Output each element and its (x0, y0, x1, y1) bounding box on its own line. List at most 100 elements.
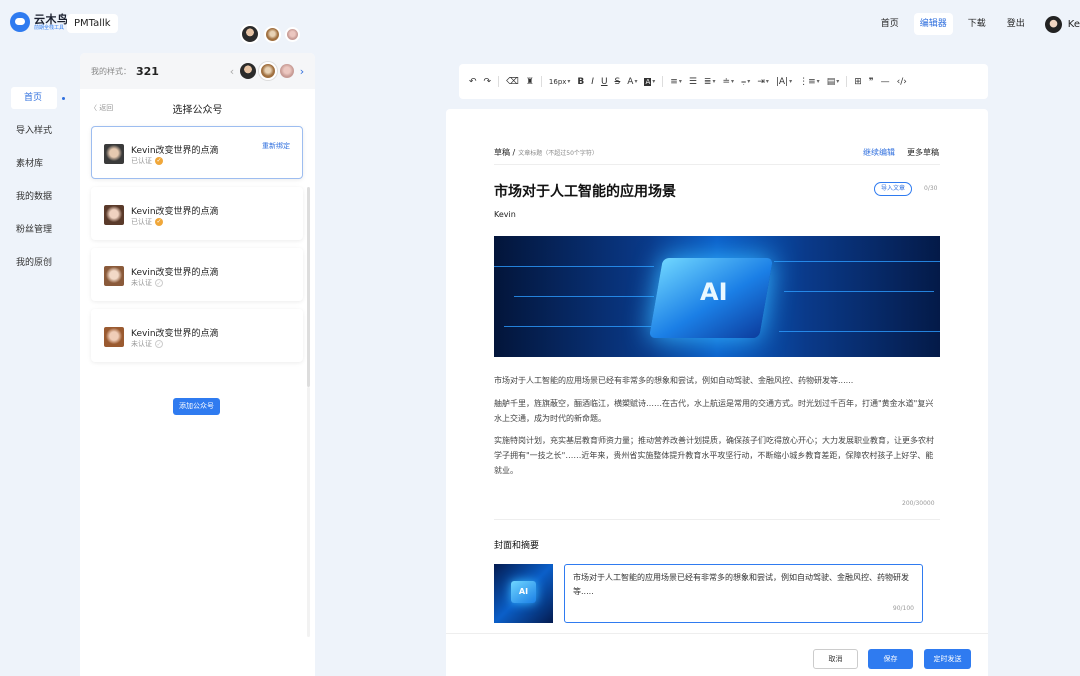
author-input[interactable]: Kevin (494, 210, 516, 219)
account-status: 未认证 ✓ (131, 278, 163, 288)
app-logo[interactable]: 云木鸟 前期全栈工具 (10, 12, 69, 32)
quote-icon[interactable]: ❞ (869, 77, 874, 87)
undo-icon[interactable]: ↶ (469, 77, 477, 87)
body-char-count: 200/30000 (902, 500, 935, 507)
account-avatar (104, 266, 124, 286)
strikethrough-icon[interactable]: S (615, 77, 621, 87)
font-color-glyph: A (627, 76, 634, 87)
status-text: 未认证 (131, 340, 152, 348)
indent-icon[interactable]: ⇥ ▾ (757, 77, 769, 87)
bold-icon[interactable]: B (577, 77, 584, 87)
chevron-right-icon[interactable]: › (297, 65, 307, 78)
collaborator-avatars[interactable] (240, 24, 300, 44)
add-account-button[interactable]: 添加公众号 (173, 398, 220, 415)
sidebar-item-original[interactable]: 我的原创 (0, 252, 75, 274)
cover-section-title: 封面和摘要 (494, 541, 540, 551)
continue-edit-link[interactable]: 继续编辑 (863, 147, 895, 158)
save-button[interactable]: 保存 (868, 649, 913, 669)
nav-download[interactable]: 下载 (962, 13, 992, 35)
sidebar-item-import-style[interactable]: 导入样式 (0, 120, 75, 142)
user-menu[interactable]: Ke (1044, 15, 1080, 33)
chevron-left-icon[interactable]: ‹ (227, 65, 237, 78)
sidebar-item-materials[interactable]: 素材库 (0, 153, 75, 175)
redo-icon[interactable]: ↷ (484, 77, 492, 87)
account-card[interactable]: Kevin改变世界的点滴 未认证 ✓ (91, 248, 303, 301)
account-card[interactable]: Kevin改变世界的点滴 已认证 ✓ (91, 187, 303, 240)
table-icon[interactable]: ⊞ (854, 77, 862, 87)
account-avatar (104, 205, 124, 225)
eraser-icon[interactable]: ⌫ (506, 77, 519, 87)
align-center-icon[interactable]: ☰ (689, 77, 697, 87)
italic-icon[interactable]: I (591, 77, 594, 87)
circuit-trace (784, 291, 934, 292)
divider (494, 164, 940, 165)
rebind-link[interactable]: 重新绑定 (262, 141, 290, 151)
account-card[interactable]: Kevin改变世界的点滴 未认证 ✓ (91, 309, 303, 362)
nav-logout[interactable]: 登出 (1001, 13, 1031, 35)
article-title-input[interactable]: 市场对于人工智能的应用场景 (494, 181, 676, 201)
align-left-icon[interactable]: ≡ ▾ (670, 77, 682, 87)
brand-name[interactable]: PMTallk (67, 14, 118, 33)
hero-image[interactable]: AI (494, 236, 940, 357)
font-size-select[interactable]: 16px ▾ (549, 78, 571, 86)
sidebar-item-fans[interactable]: 粉丝管理 (0, 219, 75, 241)
summary-text: 市场对于人工智能的应用场景已经有非常多的想象和尝试，例如自动驾驶、金融风控、药物… (573, 573, 909, 596)
underline-icon[interactable]: U (601, 77, 608, 87)
toolbar-divider (498, 76, 500, 87)
sidebar-item-my-data[interactable]: 我的数据 (0, 186, 75, 208)
breadcrumb-draft[interactable]: 草稿 / (494, 148, 515, 157)
account-status: 未认证 ✓ (131, 339, 163, 349)
article-editor: 草稿 / 文章标题（不超过50个字符） 继续编辑 更多草稿 市场对于人工智能的应用… (446, 109, 988, 676)
nav-editor[interactable]: 编辑器 (913, 13, 953, 35)
divider-line-icon[interactable]: — (881, 77, 890, 87)
cover-chip-graphic: AI (511, 581, 536, 603)
schedule-send-button[interactable]: 定时发送 (924, 649, 971, 669)
sidebar: 首页 导入样式 素材库 我的数据 粉丝管理 我的原创 (0, 87, 75, 285)
account-card[interactable]: Kevin改变世界的点滴 已认证 ✓ 重新绑定 (91, 126, 303, 179)
panel-scrollbar[interactable] (307, 187, 310, 387)
format-brush-icon[interactable]: ♜ (526, 77, 534, 87)
logo-subtext: 前期全栈工具 (34, 24, 65, 31)
line-height-icon[interactable]: ≐ ▾ (722, 77, 734, 87)
summary-textarea[interactable]: 市场对于人工智能的应用场景已经有非常多的想象和尝试，例如自动驾驶、金融风控、药物… (564, 564, 923, 623)
panel-scroll-track (307, 387, 310, 637)
account-status: 已认证 ✓ (131, 156, 163, 166)
avatar[interactable] (264, 25, 281, 43)
nav-home[interactable]: 首页 (875, 13, 905, 35)
cancel-button[interactable]: 取消 (813, 649, 858, 669)
font-color-icon[interactable]: A ▾ (627, 77, 637, 87)
body-paragraph[interactable]: 市场对于人工智能的应用场景已经有非常多的想象和尝试，例如自动驾驶、金融风控、药物… (494, 373, 940, 388)
cover-image[interactable]: AI (494, 564, 553, 623)
logo-text: 云木鸟 (34, 12, 69, 26)
block-style-icon[interactable]: ▤ ▾ (827, 77, 840, 87)
more-drafts-link[interactable]: 更多草稿 (907, 147, 939, 158)
avatar[interactable] (240, 63, 256, 79)
account-avatar (104, 144, 124, 164)
sidebar-item-home[interactable]: 首页 (11, 87, 65, 109)
account-name: Kevin改变世界的点滴 (131, 146, 219, 156)
style-label: 我的样式： (91, 66, 131, 76)
panel-subheader: 〈 返回 选择公众号 (80, 89, 315, 125)
top-bar: 云木鸟 前期全栈工具 PMTallk 首页 编辑器 下载 登出 Ke (0, 0, 1080, 48)
avatar[interactable] (259, 62, 277, 80)
body-paragraph[interactable]: 舳舻千里，旌旗蔽空，酾酒临江，横槊赋诗……在古代，水上航运是常用的交通方式。时光… (494, 396, 940, 426)
logo-icon (10, 12, 30, 32)
unverified-icon: ✓ (155, 340, 163, 348)
code-icon[interactable]: ‹/› (897, 77, 907, 87)
avatar[interactable] (280, 64, 294, 78)
account-name: Kevin改变世界的点滴 (131, 207, 219, 217)
align-justify-icon[interactable]: ≣ ▾ (704, 77, 716, 87)
status-text: 已认证 (131, 218, 152, 226)
paragraph-spacing-icon[interactable]: ⩦ ▾ (741, 77, 750, 87)
avatar[interactable] (285, 26, 300, 42)
divider (494, 519, 940, 520)
font-size-value: 16px (548, 77, 567, 86)
import-article-button[interactable]: 导入文章 (874, 182, 913, 196)
highlight-icon[interactable]: A ▾ (644, 77, 655, 86)
panel-header: 我的样式： 321 ‹ › (80, 53, 315, 89)
avatar[interactable] (240, 24, 260, 44)
title-char-count: 0/30 (924, 185, 938, 192)
letter-spacing-icon[interactable]: |A| ▾ (776, 77, 792, 87)
body-paragraph[interactable]: 实施特岗计划，充实基层教育师资力量；推动营养改善计划提质，确保孩子们吃得放心开心… (494, 433, 940, 478)
list-icon[interactable]: ⋮≡ ▾ (799, 77, 820, 87)
